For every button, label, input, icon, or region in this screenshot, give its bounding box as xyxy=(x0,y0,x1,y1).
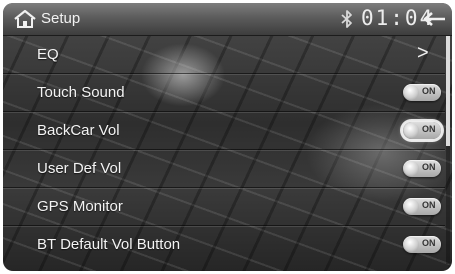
toggle-switch[interactable]: ON xyxy=(403,84,441,101)
toggle-switch[interactable]: ON xyxy=(403,198,441,215)
setting-label: GPS Monitor xyxy=(37,198,123,215)
scrollbar[interactable] xyxy=(446,36,450,264)
toggle-switch[interactable]: ON xyxy=(403,236,441,253)
toggle-knob xyxy=(404,237,419,252)
setting-row-backcar-vol[interactable]: BackCar Vol ON xyxy=(3,112,445,150)
setting-label: User Def Vol xyxy=(37,160,122,177)
setting-label: EQ xyxy=(37,46,59,63)
setting-row-user-def-vol[interactable]: User Def Vol ON xyxy=(3,150,445,188)
setting-row-bt-default-vol-button[interactable]: BT Default Vol Button ON xyxy=(3,226,445,263)
toggle-state: ON xyxy=(422,200,436,210)
toggle-knob xyxy=(404,199,419,214)
setting-row-touch-sound[interactable]: Touch Sound ON xyxy=(3,74,445,112)
setting-label: BackCar Vol xyxy=(37,122,120,139)
setting-row-gps-monitor[interactable]: GPS Monitor ON xyxy=(3,188,445,226)
scrollbar-thumb[interactable] xyxy=(446,36,450,146)
toggle-state: ON xyxy=(422,238,436,248)
toggle-state: ON xyxy=(422,86,436,96)
toggle-state: ON xyxy=(422,162,436,172)
toggle-switch[interactable]: ON xyxy=(403,122,441,139)
toggle-knob xyxy=(404,85,419,100)
title-bar: Setup 01:04 xyxy=(3,3,452,36)
setting-label: BT Default Vol Button xyxy=(37,236,181,253)
chevron-right-icon[interactable]: > xyxy=(417,42,429,65)
toggle-knob xyxy=(404,161,419,176)
toggle-state: ON xyxy=(422,124,436,134)
page-title: Setup xyxy=(41,10,81,27)
toggle-switch[interactable]: ON xyxy=(403,160,441,177)
back-arrow-icon[interactable] xyxy=(421,9,447,29)
bluetooth-icon xyxy=(341,10,352,28)
home-icon[interactable] xyxy=(13,8,37,30)
setting-row-eq[interactable]: EQ > xyxy=(3,36,445,74)
setup-screen: Setup 01:04 EQ > Touch Sound ON BackCar … xyxy=(3,3,452,271)
toggle-knob xyxy=(404,123,419,138)
setting-label: Touch Sound xyxy=(37,84,125,101)
